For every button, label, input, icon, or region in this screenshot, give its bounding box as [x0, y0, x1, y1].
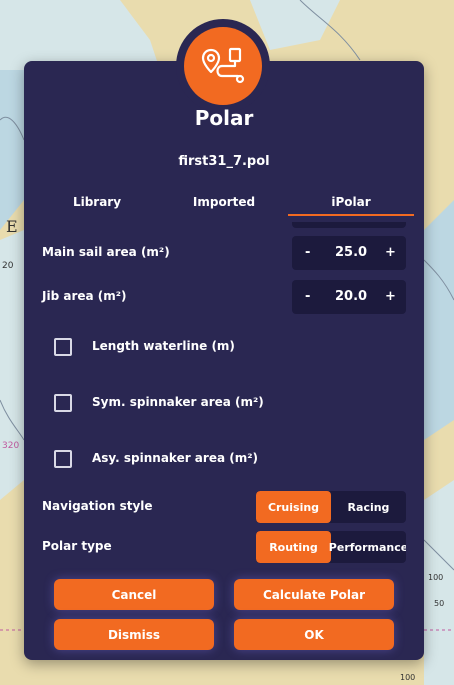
chart-label-20: 20 — [2, 261, 14, 271]
routing-option[interactable]: Routing — [256, 531, 331, 563]
chart-label-100: 100 — [428, 573, 443, 582]
dismiss-button[interactable]: Dismiss — [54, 619, 214, 650]
racing-option[interactable]: Racing — [331, 491, 406, 523]
scrolled-field-edge — [292, 222, 406, 228]
polar-dialog — [24, 61, 424, 660]
length-waterline-label: Length waterline (m) — [92, 339, 235, 353]
main-sail-minus-button[interactable]: - — [305, 245, 310, 260]
navigation-style-label: Navigation style — [42, 499, 153, 513]
sym-spinnaker-label: Sym. spinnaker area (m²) — [92, 395, 264, 409]
asy-spinnaker-checkbox[interactable] — [54, 450, 72, 468]
jib-value[interactable]: 20.0 — [335, 289, 367, 304]
route-polar-icon — [184, 27, 262, 105]
dialog-title: Polar — [194, 106, 254, 130]
chart-label-50: 50 — [434, 599, 444, 608]
jib-minus-button[interactable]: - — [305, 289, 310, 304]
cancel-button[interactable]: Cancel — [54, 579, 214, 610]
main-sail-plus-button[interactable]: + — [385, 245, 396, 260]
main-sail-label: Main sail area (m²) — [42, 245, 170, 259]
calculate-polar-button[interactable]: Calculate Polar — [234, 579, 394, 610]
asy-spinnaker-label: Asy. spinnaker area (m²) — [92, 451, 258, 465]
navigation-style-toggle: Cruising Racing — [256, 491, 406, 523]
length-waterline-checkbox[interactable] — [54, 338, 72, 356]
chart-label-e: E — [6, 217, 18, 236]
tab-ipolar[interactable]: iPolar — [288, 195, 414, 216]
performance-option[interactable]: Performance — [329, 531, 406, 563]
chart-label-100b: 100 — [400, 673, 415, 682]
tab-imported[interactable]: Imported — [161, 195, 287, 216]
ok-button[interactable]: OK — [234, 619, 394, 650]
main-sail-stepper: - 25.0 + — [292, 236, 406, 270]
cruising-option[interactable]: Cruising — [256, 491, 331, 523]
jib-label: Jib area (m²) — [42, 289, 127, 303]
polar-filename: first31_7.pol — [178, 154, 270, 169]
main-sail-value[interactable]: 25.0 — [335, 245, 367, 260]
sym-spinnaker-checkbox[interactable] — [54, 394, 72, 412]
polar-type-label: Polar type — [42, 539, 112, 553]
jib-plus-button[interactable]: + — [385, 289, 396, 304]
polar-type-toggle: Routing Performance — [256, 531, 406, 563]
tab-library[interactable]: Library — [34, 195, 160, 216]
polar-source-tabs: Library Imported iPolar — [34, 195, 414, 217]
jib-stepper: - 20.0 + — [292, 280, 406, 314]
chart-label-320: 320 — [2, 441, 19, 451]
